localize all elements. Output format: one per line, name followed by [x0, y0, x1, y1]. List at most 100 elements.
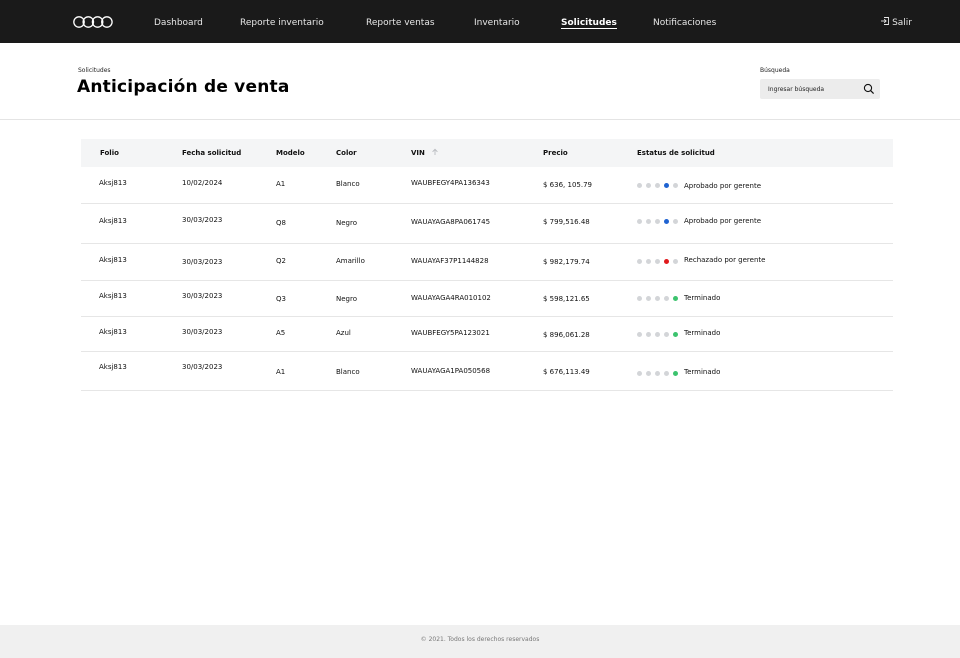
cell-modelo: Q2 — [276, 257, 286, 265]
cell-estatus: Terminado — [684, 294, 721, 302]
status-step-dot — [673, 183, 678, 188]
cell-color: Negro — [336, 295, 357, 303]
table-row[interactable]: Aksj813 30/03/2023 Q3 Negro WAUAYAGA4RA01010… — [81, 281, 893, 317]
cell-color: Blanco — [336, 368, 360, 376]
table-header: Folio Fecha solicitud Modelo Color VIN P… — [81, 139, 893, 167]
table-row[interactable]: Aksj813 30/03/2023 Q2 Amarillo WAUAYAF37P114… — [81, 244, 893, 281]
nav-item-reporte-inventario[interactable]: Reporte inventario — [240, 0, 324, 43]
search-icon[interactable] — [863, 83, 875, 95]
logout-label: Salir — [892, 18, 912, 28]
column-header-modelo[interactable]: Modelo — [276, 139, 305, 167]
four-rings-logo-icon[interactable] — [73, 15, 113, 29]
cell-estatus: Terminado — [684, 368, 721, 376]
status-step-dot — [673, 296, 678, 301]
status-step-dot — [664, 183, 669, 188]
status-step-dot — [655, 259, 660, 264]
header-divider — [0, 119, 960, 120]
nav-item-solicitudes[interactable]: Solicitudes — [561, 0, 617, 43]
logout-button[interactable]: Salir — [880, 0, 912, 43]
status-step-dot — [655, 332, 660, 337]
cell-estatus: Terminado — [684, 329, 721, 337]
cell-folio: Aksj813 — [99, 292, 127, 300]
table-row[interactable]: Aksj813 30/03/2023 A1 Blanco WAUAYAGA1PA0505… — [81, 352, 893, 391]
cell-precio: $ 982,179.74 — [543, 258, 590, 266]
status-step-dot — [637, 371, 642, 376]
footer: © 2021. Todos los derechos reservados — [0, 625, 960, 658]
status-step-dot — [637, 332, 642, 337]
cell-vin: WAUBFEGY4PA136343 — [411, 179, 490, 187]
column-header-folio[interactable]: Folio — [100, 139, 119, 167]
search-label: Búsqueda — [760, 67, 790, 74]
cell-precio: $ 896,061.28 — [543, 331, 590, 339]
status-step-dot — [673, 332, 678, 337]
cell-precio: $ 799,516.48 — [543, 218, 590, 226]
cell-fecha: 30/03/2023 — [182, 328, 223, 336]
cell-precio: $ 636, 105.79 — [543, 181, 592, 189]
cell-modelo: A5 — [276, 329, 286, 337]
status-step-dot — [646, 296, 651, 301]
status-step-dot — [655, 183, 660, 188]
column-header-vin[interactable]: VIN — [411, 139, 439, 167]
cell-folio: Aksj813 — [99, 217, 127, 225]
cell-modelo: A1 — [276, 368, 286, 376]
nav-item-inventario[interactable]: Inventario — [474, 0, 520, 43]
status-step-dot — [637, 219, 642, 224]
search-input[interactable] — [760, 79, 860, 99]
column-header-precio[interactable]: Precio — [543, 139, 568, 167]
cell-vin: WAUAYAGA8PA061745 — [411, 218, 491, 226]
cell-color: Azul — [336, 329, 351, 337]
status-step-dot — [646, 183, 651, 188]
cell-folio: Aksj813 — [99, 328, 127, 336]
cell-estatus: Aprobado por gerente — [684, 217, 762, 225]
cell-fecha: 30/03/2023 — [182, 258, 223, 266]
cell-folio: Aksj813 — [99, 256, 127, 264]
status-step-dot — [664, 296, 669, 301]
status-step-dot — [664, 371, 669, 376]
cell-precio: $ 676,113.49 — [543, 368, 590, 376]
status-step-dot — [655, 219, 660, 224]
cell-folio: Aksj813 — [99, 363, 127, 371]
table-row[interactable]: Aksj813 30/03/2023 Q8 Negro WAUAYAGA8PA06174… — [81, 204, 893, 244]
cell-vin: WAUAYAGA1PA050568 — [411, 367, 491, 375]
cell-estatus: Aprobado por gerente — [684, 182, 762, 190]
cell-modelo: Q8 — [276, 219, 286, 227]
status-step-dot — [664, 259, 669, 264]
status-step-dot — [673, 259, 678, 264]
column-header-estatus[interactable]: Estatus de solicitud — [637, 139, 715, 167]
footer-copyright: © 2021. Todos los derechos reservados — [420, 636, 540, 643]
column-header-fecha[interactable]: Fecha solicitud — [182, 139, 241, 167]
status-step-dot — [637, 259, 642, 264]
page-title: Anticipación de venta — [77, 77, 290, 97]
table-row[interactable]: Aksj813 30/03/2023 A5 Azul WAUBFEGY5PA123021… — [81, 317, 893, 352]
cell-precio: $ 598,121.65 — [543, 295, 590, 303]
status-step-dot — [673, 371, 678, 376]
cell-color: Blanco — [336, 180, 360, 188]
status-step-dot — [637, 296, 642, 301]
status-step-dot — [646, 332, 651, 337]
cell-fecha: 10/02/2024 — [182, 179, 223, 187]
status-step-dot — [664, 332, 669, 337]
search-field — [760, 79, 880, 99]
status-step-dot — [646, 219, 651, 224]
status-step-dot — [637, 183, 642, 188]
cell-modelo: A1 — [276, 180, 286, 188]
cell-color: Amarillo — [336, 257, 365, 265]
nav-item-notificaciones[interactable]: Notificaciones — [653, 0, 716, 43]
status-step-dot — [646, 259, 651, 264]
breadcrumb[interactable]: Solicitudes — [78, 67, 111, 74]
cell-fecha: 30/03/2023 — [182, 363, 223, 371]
status-step-dot — [655, 296, 660, 301]
status-step-dot — [673, 219, 678, 224]
cell-folio: Aksj813 — [99, 179, 127, 187]
sort-ascending-icon[interactable] — [431, 148, 439, 156]
column-header-vin-label: VIN — [411, 149, 425, 157]
status-step-dot — [655, 371, 660, 376]
cell-fecha: 30/03/2023 — [182, 216, 223, 224]
cell-fecha: 30/03/2023 — [182, 292, 223, 300]
nav-item-reporte-ventas[interactable]: Reporte ventas — [366, 0, 435, 43]
nav-item-dashboard[interactable]: Dashboard — [154, 0, 203, 43]
top-navigation-bar: Dashboard Reporte inventario Reporte ven… — [0, 0, 960, 43]
column-header-color[interactable]: Color — [336, 139, 357, 167]
cell-vin: WAUBFEGY5PA123021 — [411, 329, 490, 337]
table-row[interactable]: Aksj813 10/02/2024 A1 Blanco WAUBFEGY4PA1363… — [81, 167, 893, 204]
